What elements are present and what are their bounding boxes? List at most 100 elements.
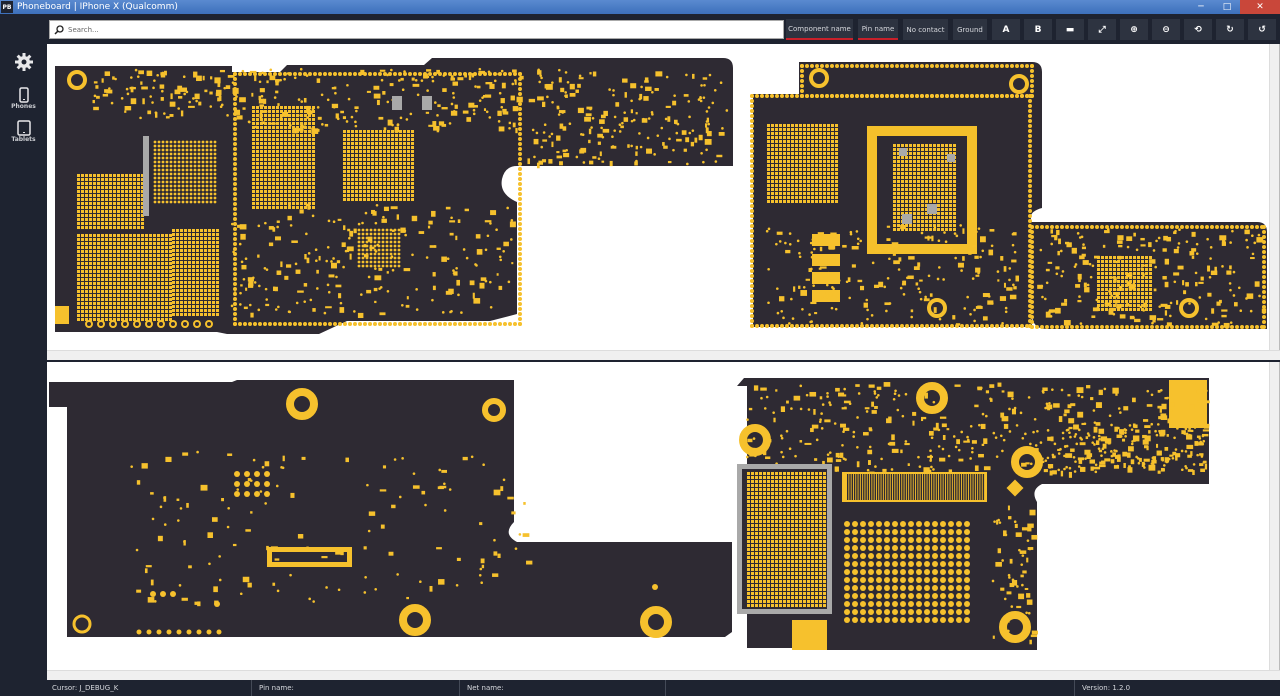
pad[interactable] xyxy=(169,306,172,309)
pad[interactable] xyxy=(188,253,191,256)
pad[interactable] xyxy=(1113,308,1116,311)
pad[interactable] xyxy=(1030,79,1034,83)
pad[interactable] xyxy=(379,178,382,181)
pad[interactable] xyxy=(791,156,794,159)
pad[interactable] xyxy=(288,150,291,153)
pad[interactable] xyxy=(125,294,128,297)
pad[interactable] xyxy=(157,156,161,160)
pad[interactable] xyxy=(456,279,461,286)
pad[interactable] xyxy=(233,177,237,181)
pad[interactable] xyxy=(1030,290,1034,294)
pad[interactable] xyxy=(357,264,361,268)
pad[interactable] xyxy=(750,309,754,313)
pad[interactable] xyxy=(387,182,390,185)
pad[interactable] xyxy=(397,79,401,82)
pad[interactable] xyxy=(1262,235,1266,239)
pad[interactable] xyxy=(105,266,108,269)
pad[interactable] xyxy=(820,296,824,299)
pad[interactable] xyxy=(937,212,940,215)
pad[interactable] xyxy=(81,306,84,309)
pad[interactable] xyxy=(137,274,140,277)
pad[interactable] xyxy=(137,194,140,197)
pad[interactable] xyxy=(775,242,778,246)
pad[interactable] xyxy=(945,212,948,215)
pad[interactable] xyxy=(113,202,116,205)
pad[interactable] xyxy=(280,174,283,177)
pad[interactable] xyxy=(373,252,377,256)
pad[interactable] xyxy=(1133,304,1136,307)
pad[interactable] xyxy=(243,322,247,326)
pad[interactable] xyxy=(276,225,279,229)
pad[interactable] xyxy=(368,511,376,516)
pad[interactable] xyxy=(77,206,80,209)
pad[interactable] xyxy=(125,234,128,237)
pad[interactable] xyxy=(395,174,398,177)
pad[interactable] xyxy=(209,196,213,200)
pad[interactable] xyxy=(192,261,195,264)
pad[interactable] xyxy=(173,176,177,180)
pad[interactable] xyxy=(318,255,321,261)
pad[interactable] xyxy=(172,313,175,316)
pad[interactable] xyxy=(1195,242,1199,246)
pad[interactable] xyxy=(1177,265,1184,270)
pad[interactable] xyxy=(725,109,729,112)
pad[interactable] xyxy=(89,254,92,257)
pad[interactable] xyxy=(484,248,488,252)
pad[interactable] xyxy=(89,274,92,277)
pad[interactable] xyxy=(945,172,948,175)
pad[interactable] xyxy=(252,174,255,177)
pad[interactable] xyxy=(845,64,849,68)
pad[interactable] xyxy=(185,172,189,176)
pad[interactable] xyxy=(189,160,193,164)
pad[interactable] xyxy=(432,285,436,291)
pad[interactable] xyxy=(938,317,942,321)
pad[interactable] xyxy=(979,255,982,259)
pad[interactable] xyxy=(176,277,179,280)
pad[interactable] xyxy=(831,200,834,203)
pad[interactable] xyxy=(608,88,611,91)
pad[interactable] xyxy=(371,130,374,133)
pad[interactable] xyxy=(823,192,826,195)
pad[interactable] xyxy=(949,220,952,223)
pad[interactable] xyxy=(161,254,164,257)
pad[interactable] xyxy=(835,180,838,183)
pad[interactable] xyxy=(177,519,180,522)
pad[interactable] xyxy=(85,250,88,253)
pad[interactable] xyxy=(965,64,969,68)
pad[interactable] xyxy=(397,252,401,256)
zoom-out-icon[interactable]: ⊖ xyxy=(1152,19,1180,40)
pad[interactable] xyxy=(458,322,462,326)
pad[interactable] xyxy=(117,242,120,245)
pad[interactable] xyxy=(173,168,177,172)
pad[interactable] xyxy=(85,186,88,189)
pad[interactable] xyxy=(412,472,416,475)
pad[interactable] xyxy=(280,170,283,173)
pad[interactable] xyxy=(411,162,414,165)
pad[interactable] xyxy=(169,254,172,257)
pad[interactable] xyxy=(1105,292,1108,295)
pad[interactable] xyxy=(348,72,352,76)
pad[interactable] xyxy=(97,174,100,177)
pad[interactable] xyxy=(233,302,237,306)
pad[interactable] xyxy=(700,99,703,103)
pad[interactable] xyxy=(683,94,689,97)
pad[interactable] xyxy=(381,236,385,240)
pad[interactable] xyxy=(779,144,782,147)
pad[interactable] xyxy=(121,306,124,309)
pad[interactable] xyxy=(371,170,374,173)
pad[interactable] xyxy=(705,123,708,128)
pad[interactable] xyxy=(180,110,184,117)
pad[interactable] xyxy=(941,228,944,231)
pad[interactable] xyxy=(180,285,183,288)
pad[interactable] xyxy=(941,180,944,183)
pad[interactable] xyxy=(208,309,211,312)
pad[interactable] xyxy=(165,456,172,463)
pad[interactable] xyxy=(276,118,279,121)
pad[interactable] xyxy=(205,184,209,188)
pad[interactable] xyxy=(363,322,367,326)
pad[interactable] xyxy=(676,122,680,126)
pad[interactable] xyxy=(518,122,522,126)
pad[interactable] xyxy=(379,194,382,197)
pad[interactable] xyxy=(233,232,237,236)
pad[interactable] xyxy=(500,98,505,104)
